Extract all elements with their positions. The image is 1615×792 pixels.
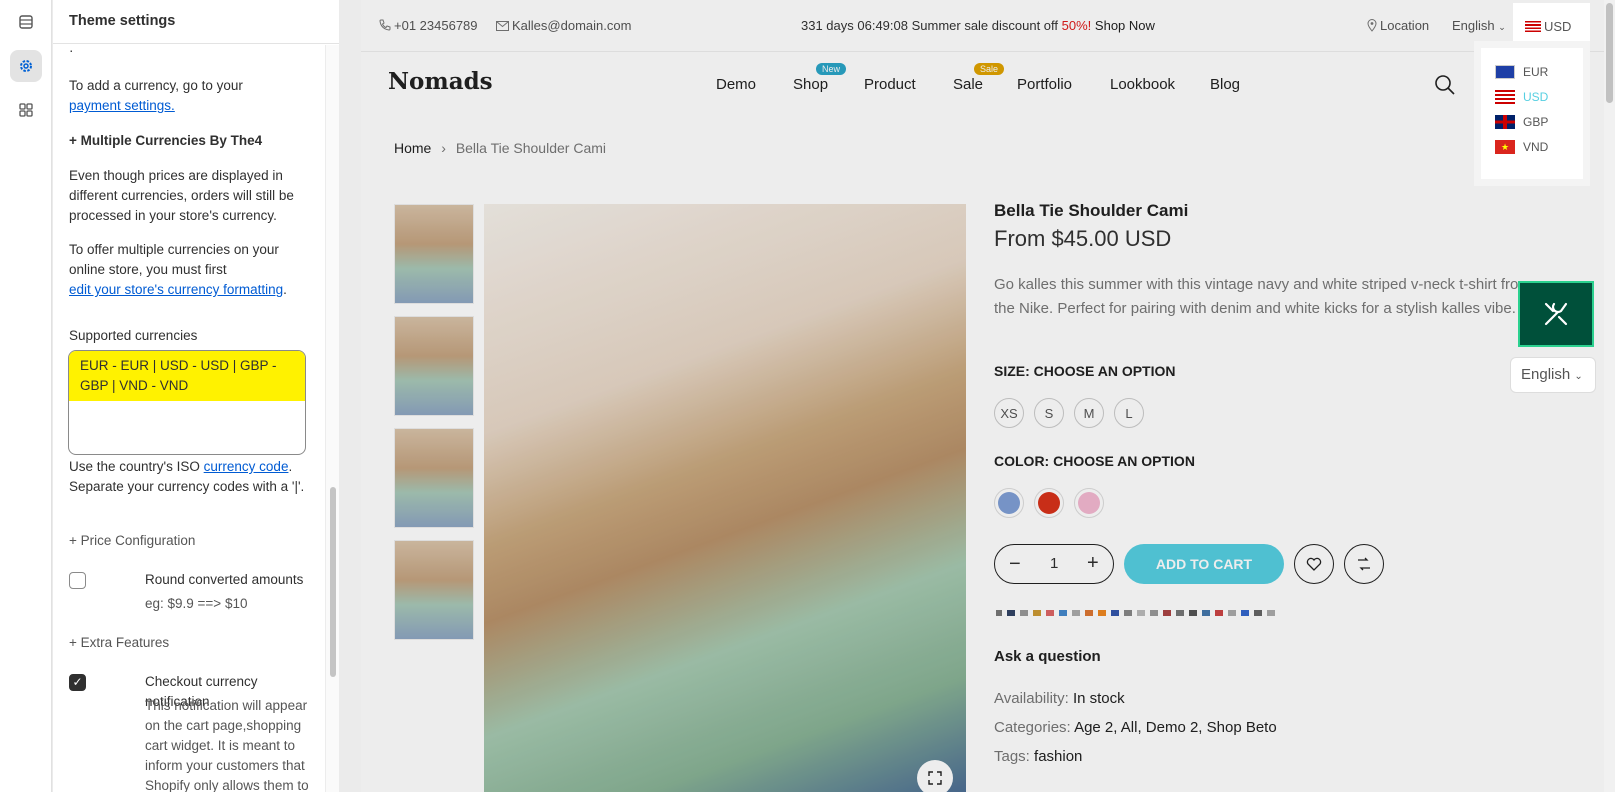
nav-lookbook[interactable]: Lookbook: [1110, 76, 1175, 93]
color-label: COLOR: CHOOSE AN OPTION: [994, 453, 1195, 469]
to-offer-text: To offer multiple currencies on your onl…: [69, 242, 287, 297]
product-title: Bella Tie Shoulder Cami: [994, 201, 1189, 220]
breadcrumb: Home › Bella Tie Shoulder Cami: [394, 140, 606, 156]
categories: Categories: Age 2, All, Demo 2, Shop Bet…: [994, 719, 1277, 736]
nav-portfolio[interactable]: Portfolio: [1017, 76, 1072, 93]
size-s[interactable]: S: [1034, 398, 1064, 428]
ask-question-link[interactable]: Ask a question: [994, 648, 1101, 665]
currency-formatting-link[interactable]: edit your store's currency formatting: [69, 282, 283, 297]
round-amounts-checkbox[interactable]: [69, 572, 86, 589]
color-swatch-red[interactable]: [1034, 488, 1064, 518]
phone[interactable]: +01 23456789: [379, 18, 478, 33]
panel-title: Theme settings: [53, 0, 339, 44]
email[interactable]: Kalles@domain.com: [496, 18, 631, 33]
new-badge: New: [816, 63, 847, 75]
breadcrumb-home[interactable]: Home: [394, 140, 431, 156]
product-main-image[interactable]: [484, 204, 966, 792]
supported-currencies-label: Supported currencies: [69, 328, 198, 343]
us-flag-icon: [1495, 90, 1515, 104]
expand-image-icon[interactable]: [917, 760, 953, 792]
shop-now-link[interactable]: Shop Now: [1095, 18, 1155, 33]
supported-currencies-value: EUR - EUR | USD - USD | GBP - GBP | VND …: [69, 351, 305, 401]
nav-sale[interactable]: Sale: [953, 76, 983, 93]
uk-flag-icon: [1495, 115, 1515, 129]
nav-blog[interactable]: Blog: [1210, 76, 1240, 93]
checkout-notification-desc: This notification will appear on the car…: [145, 698, 309, 792]
language-selector[interactable]: English ⌄: [1452, 18, 1506, 33]
top-bar: +01 23456789 Kalles@domain.com 331 days …: [361, 0, 1606, 52]
vn-flag-icon: ★: [1495, 140, 1515, 154]
breadcrumb-current: Bella Tie Shoulder Cami: [455, 140, 606, 156]
nav-product[interactable]: Product: [864, 76, 916, 93]
qty-minus-button[interactable]: −: [1009, 553, 1021, 576]
icon-rail: [0, 0, 52, 792]
price-configuration-toggle[interactable]: + Price Configuration: [69, 531, 309, 551]
thumbnail-1[interactable]: [394, 204, 474, 304]
location-link[interactable]: Location: [1367, 18, 1429, 33]
product-price: From $45.00 USD: [994, 226, 1172, 251]
sections-icon[interactable]: [10, 6, 42, 38]
panel-dot: ·: [69, 43, 74, 58]
payment-settings-link[interactable]: payment settings.: [69, 98, 175, 113]
theme-settings-panel: Theme settings · To add a currency, go t…: [53, 0, 339, 792]
tools-wrench-icon[interactable]: [1518, 281, 1594, 347]
round-amounts-label: Round converted amounts: [145, 572, 304, 587]
payment-icons: [996, 610, 1275, 616]
qty-value[interactable]: 1: [1050, 555, 1058, 572]
color-swatch-blue[interactable]: [994, 488, 1024, 518]
sale-badge: Sale: [974, 63, 1005, 75]
multi-currency-heading: + Multiple Currencies By The4: [69, 133, 263, 148]
storefront-preview: +01 23456789 Kalles@domain.com 331 days …: [361, 0, 1606, 792]
currency-help-text: Use the country's ISO currency code. Sep…: [69, 459, 305, 494]
search-icon[interactable]: [1434, 74, 1456, 96]
add-to-cart-button[interactable]: ADD TO CART: [1124, 544, 1284, 584]
quantity-stepper: − 1 +: [994, 544, 1114, 584]
settings-gear-icon[interactable]: [10, 50, 42, 82]
wishlist-heart-icon[interactable]: [1294, 544, 1334, 584]
currency-dropdown: EUR USD GBP ★ VND: [1474, 41, 1590, 186]
even-though-text: Even though prices are displayed in diff…: [69, 168, 294, 223]
us-flag-icon: [1525, 21, 1541, 32]
phone-icon: [379, 19, 391, 31]
panel-scrollbar[interactable]: [325, 45, 339, 792]
compare-icon[interactable]: [1344, 544, 1384, 584]
product-description: Go kalles this summer with this vintage …: [994, 276, 1531, 317]
apps-icon[interactable]: [10, 94, 42, 126]
currency-option-eur[interactable]: EUR: [1495, 63, 1548, 81]
currency-option-usd[interactable]: USD: [1495, 88, 1548, 106]
size-m[interactable]: M: [1074, 398, 1104, 428]
eu-flag-icon: [1495, 65, 1515, 79]
nav-demo[interactable]: Demo: [716, 76, 756, 93]
currency-option-vnd[interactable]: ★ VND: [1495, 138, 1548, 156]
location-pin-icon: [1367, 19, 1377, 32]
store-logo[interactable]: Nomads: [388, 68, 493, 95]
page-scrollbar[interactable]: [1604, 0, 1615, 792]
mail-icon: [496, 21, 509, 31]
nav-shop[interactable]: Shop: [793, 76, 828, 93]
size-xs[interactable]: XS: [994, 398, 1024, 428]
availability: Availability: In stock: [994, 690, 1125, 707]
color-swatch-pink[interactable]: [1074, 488, 1104, 518]
currency-code-link[interactable]: currency code: [204, 459, 289, 474]
thumbnail-2[interactable]: [394, 316, 474, 416]
supported-currencies-input[interactable]: EUR - EUR | USD - USD | GBP - GBP | VND …: [68, 350, 306, 455]
extra-features-toggle[interactable]: + Extra Features: [69, 633, 309, 653]
add-currency-text: To add a currency, go to your payment se…: [69, 78, 243, 113]
qty-plus-button[interactable]: +: [1087, 552, 1099, 575]
size-l[interactable]: L: [1114, 398, 1144, 428]
side-language-selector[interactable]: English ⌄: [1510, 357, 1596, 393]
thumbnail-4[interactable]: [394, 540, 474, 640]
promo-banner: 331 days 06:49:08 Summer sale discount o…: [801, 18, 1155, 33]
tags: Tags: fashion: [994, 748, 1083, 765]
size-label: SIZE: CHOOSE AN OPTION: [994, 363, 1176, 379]
thumbnail-3[interactable]: [394, 428, 474, 528]
currency-option-gbp[interactable]: GBP: [1495, 113, 1548, 131]
breadcrumb-separator: ›: [441, 140, 446, 156]
checkout-notification-checkbox[interactable]: ✓: [69, 674, 86, 691]
round-amounts-example: eg: $9.9 ==> $10: [145, 596, 248, 611]
